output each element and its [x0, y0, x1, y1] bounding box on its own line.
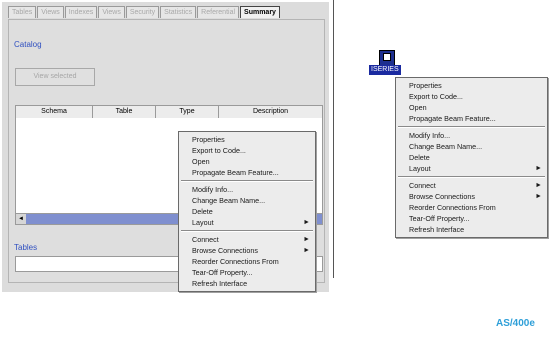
menu-item-label: Change Beam Name... — [409, 142, 483, 151]
menu-item-browse-connections[interactable]: Browse Connections ► — [179, 245, 315, 256]
menu-item-tear-off-property[interactable]: Tear-Off Property... — [396, 213, 547, 224]
menu-item-label: Layout — [192, 218, 214, 227]
menu-item-label: Refresh Interface — [409, 225, 465, 234]
menu-item-change-beam-name[interactable]: Change Beam Name... — [179, 195, 315, 206]
catalog-label: Catalog — [14, 40, 42, 49]
menu-item-delete[interactable]: Delete — [179, 206, 315, 217]
menu-item-label: Open — [192, 157, 210, 166]
menu-item-reorder-connections-from[interactable]: Reorder Connections From — [179, 256, 315, 267]
submenu-arrow-icon: ► — [535, 165, 542, 172]
menu-item-open[interactable]: Open — [179, 156, 315, 167]
menu-separator — [181, 230, 313, 232]
table-header: Schema Table Type Description — [15, 105, 323, 119]
menu-item-layout[interactable]: Layout ► — [396, 163, 547, 174]
menu-item-label: Propagate Beam Feature... — [192, 168, 279, 177]
menu-item-label: Delete — [409, 153, 430, 162]
menu-item-modify-info[interactable]: Modify Info... — [396, 130, 547, 141]
view-selected-button[interactable]: View selected — [15, 68, 95, 86]
column-header-type[interactable]: Type — [156, 106, 219, 118]
menu-item-label: Connect — [192, 235, 219, 244]
submenu-arrow-icon: ► — [303, 247, 310, 254]
menu-item-delete[interactable]: Delete — [396, 152, 547, 163]
menu-item-label: Change Beam Name... — [192, 196, 266, 205]
server-icon — [379, 50, 395, 66]
menu-item-modify-info[interactable]: Modify Info... — [179, 184, 315, 195]
submenu-arrow-icon: ► — [535, 182, 542, 189]
menu-item-open[interactable]: Open — [396, 102, 547, 113]
menu-item-label: Delete — [192, 207, 213, 216]
menu-item-label: Reorder Connections From — [409, 203, 496, 212]
panel-divider — [333, 0, 334, 278]
menu-item-properties[interactable]: Properties — [179, 134, 315, 145]
submenu-arrow-icon: ► — [535, 193, 542, 200]
context-menu-left: Properties Export to Code... Open Propag… — [178, 131, 316, 292]
menu-item-export-to-code[interactable]: Export to Code... — [396, 91, 547, 102]
menu-item-label: Refresh Interface — [192, 279, 248, 288]
menu-item-browse-connections[interactable]: Browse Connections ► — [396, 191, 547, 202]
menu-item-label: Modify Info... — [192, 185, 234, 194]
menu-item-label: Export to Code... — [409, 92, 463, 101]
menu-item-connect[interactable]: Connect ► — [179, 234, 315, 245]
tab-indexes[interactable]: Indexes — [64, 6, 98, 18]
column-header-table[interactable]: Table — [93, 106, 156, 118]
tab-views[interactable]: Views — [37, 6, 64, 18]
menu-item-label: Modify Info... — [409, 131, 451, 140]
submenu-arrow-icon: ► — [303, 236, 310, 243]
menu-item-label: Connect — [409, 181, 436, 190]
desktop-icon[interactable]: ISERIES — [369, 50, 405, 78]
platform-caption: AS/400e — [496, 318, 535, 329]
tab-tables[interactable]: Tables — [8, 6, 37, 18]
menu-item-label: Reorder Connections From — [192, 257, 279, 266]
desktop-icon-label: ISERIES — [369, 65, 401, 75]
menu-item-label: Open — [409, 103, 427, 112]
menu-separator — [398, 176, 545, 178]
menu-item-layout[interactable]: Layout ► — [179, 217, 315, 228]
tab-security[interactable]: Security — [125, 6, 160, 18]
column-header-schema[interactable]: Schema — [16, 106, 93, 118]
menu-item-label: Layout — [409, 164, 431, 173]
menu-item-label: Properties — [409, 81, 442, 90]
menu-item-label: Tear-Off Property... — [192, 268, 253, 277]
menu-item-label: Browse Connections — [409, 192, 475, 201]
menu-item-change-beam-name[interactable]: Change Beam Name... — [396, 141, 547, 152]
menu-item-label: Propagate Beam Feature... — [409, 114, 496, 123]
tables-label: Tables — [14, 243, 38, 252]
tab-referential[interactable]: Referential — [197, 6, 240, 18]
menu-item-label: Export to Code... — [192, 146, 246, 155]
scroll-left-icon[interactable]: ◄ — [16, 214, 26, 224]
menu-item-propagate-beam-feature[interactable]: Propagate Beam Feature... — [396, 113, 547, 124]
tab-views-2[interactable]: Views — [98, 6, 125, 18]
menu-item-propagate-beam-feature[interactable]: Propagate Beam Feature... — [179, 167, 315, 178]
menu-item-refresh-interface[interactable]: Refresh Interface — [396, 224, 547, 235]
submenu-arrow-icon: ► — [303, 219, 310, 226]
menu-separator — [181, 180, 313, 182]
menu-item-refresh-interface[interactable]: Refresh Interface — [179, 278, 315, 289]
tab-statistics[interactable]: Statistics — [160, 6, 197, 18]
menu-item-label: Tear-Off Property... — [409, 214, 470, 223]
menu-separator — [398, 126, 545, 128]
context-menu-right: Properties Export to Code... Open Propag… — [395, 77, 548, 238]
menu-item-reorder-connections-from[interactable]: Reorder Connections From — [396, 202, 547, 213]
menu-item-export-to-code[interactable]: Export to Code... — [179, 145, 315, 156]
tab-summary[interactable]: Summary — [240, 6, 280, 18]
tab-strip: Tables Views Indexes Views Security Stat… — [8, 6, 281, 19]
menu-item-label: Properties — [192, 135, 225, 144]
menu-item-label: Browse Connections — [192, 246, 258, 255]
column-header-description[interactable]: Description — [219, 106, 322, 118]
menu-item-properties[interactable]: Properties — [396, 80, 547, 91]
menu-item-tear-off-property[interactable]: Tear-Off Property... — [179, 267, 315, 278]
menu-item-connect[interactable]: Connect ► — [396, 180, 547, 191]
